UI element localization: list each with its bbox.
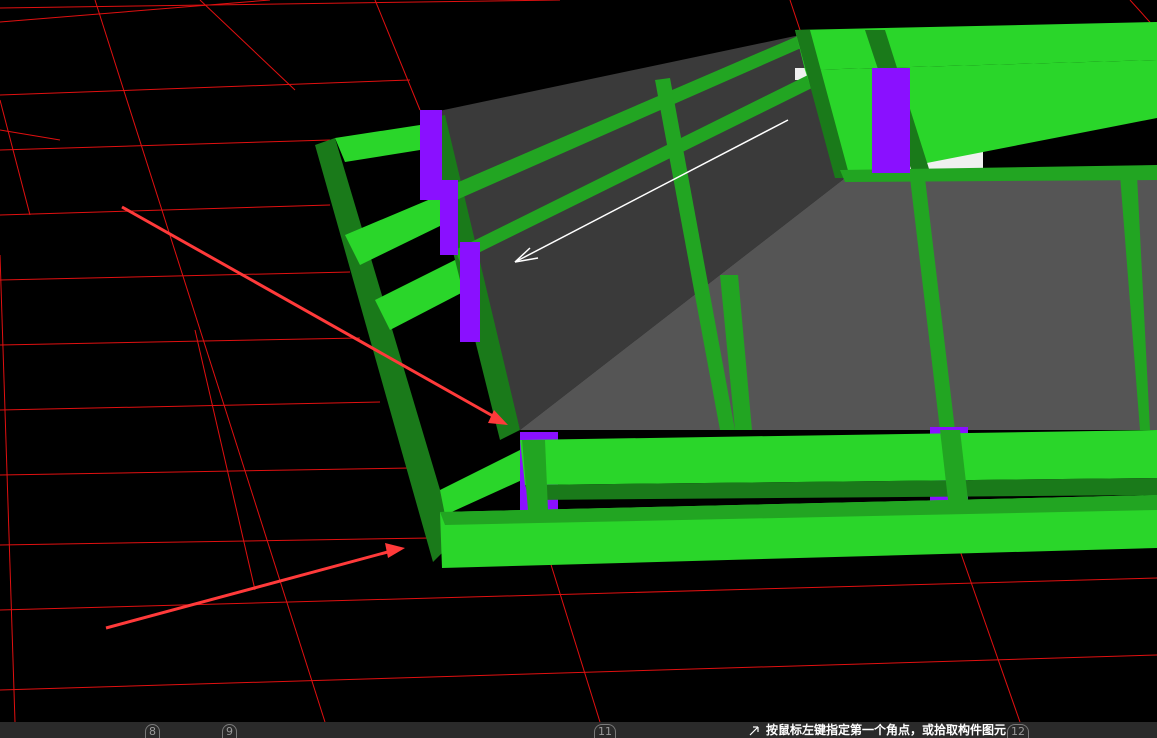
model-scene[interactable] xyxy=(0,0,1157,722)
front-beams[interactable] xyxy=(440,430,1157,568)
axis-label: 11 xyxy=(594,724,616,738)
status-bar: 8 9 11 12 按鼠标左键指定第一个角点，或拾取构件图元 xyxy=(0,722,1157,738)
command-prompt: 按鼠标左键指定第一个角点，或拾取构件图元 xyxy=(748,722,1006,738)
3d-viewport[interactable] xyxy=(0,0,1157,722)
axis-label: 12 xyxy=(1007,724,1029,738)
axis-label: 8 xyxy=(145,724,160,738)
command-prompt-text: 按鼠标左键指定第一个角点，或拾取构件图元 xyxy=(766,723,1007,737)
crosshair-cursor-icon xyxy=(749,726,759,736)
axis-label: 9 xyxy=(222,724,237,738)
